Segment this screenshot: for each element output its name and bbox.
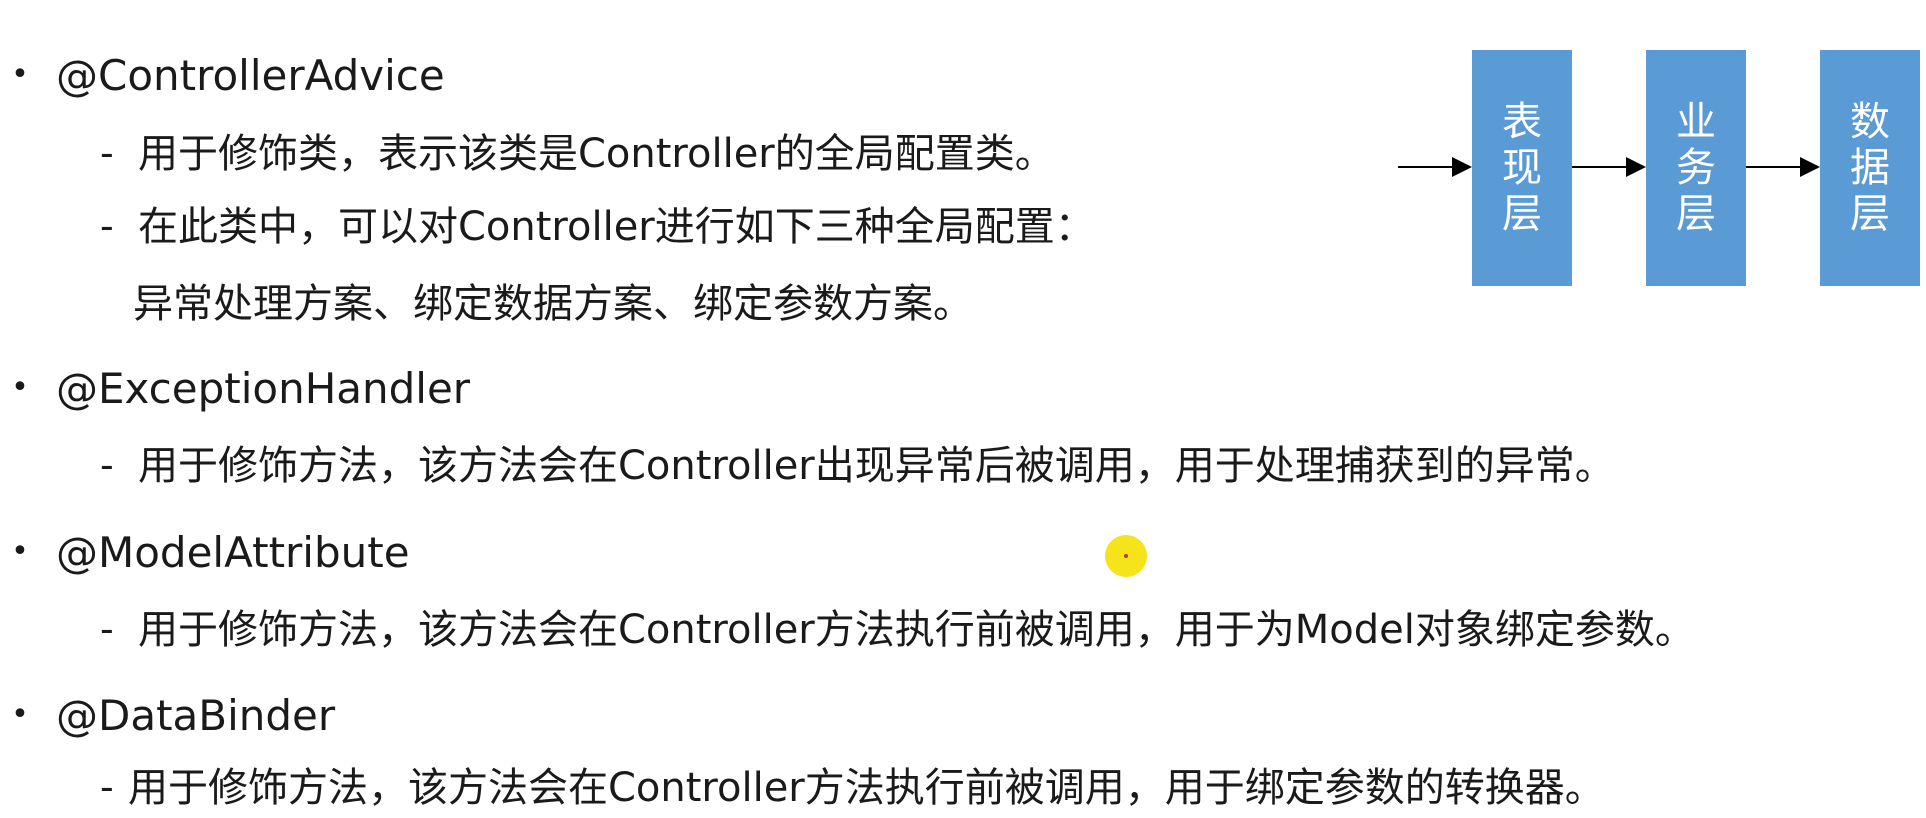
section-heading-controlleradvice: @ControllerAdvice	[56, 51, 445, 100]
box-char: 数	[1850, 99, 1890, 145]
box-char: 业	[1676, 99, 1716, 145]
dash-marker: -	[100, 443, 114, 487]
box-char: 据	[1850, 145, 1890, 191]
dash-marker: -	[100, 765, 114, 809]
box-char: 层	[1502, 191, 1542, 237]
section-line: 用于修饰类，表示该类是Controller的全局配置类。	[138, 131, 1055, 177]
section-heading-databinder: @DataBinder	[56, 691, 336, 740]
box-char: 务	[1676, 145, 1716, 191]
box-char: 层	[1850, 191, 1890, 237]
section-line: 用于修饰方法，该方法会在Controller方法执行前被调用，用于为Model对…	[138, 607, 1695, 653]
cursor-dot	[1124, 554, 1128, 558]
section-line: 用于修饰方法，该方法会在Controller方法执行前被调用，用于绑定参数的转换…	[128, 765, 1605, 811]
box-char: 现	[1502, 145, 1542, 191]
dash-marker: -	[100, 131, 114, 175]
section-line: 用于修饰方法，该方法会在Controller出现异常后被调用，用于处理捕获到的异…	[138, 443, 1615, 489]
box-char: 表	[1502, 99, 1542, 145]
section-continuation-line: 异常处理方案、绑定数据方案、绑定参数方案。	[133, 281, 973, 327]
business-layer-box: 业 务 层	[1646, 50, 1746, 286]
section-line: 在此类中，可以对Controller进行如下三种全局配置：	[138, 204, 1095, 250]
dash-marker: -	[100, 204, 114, 248]
bullet-point: •	[11, 57, 29, 92]
slide: • @ControllerAdvice - 用于修饰类，表示该类是Control…	[0, 0, 1926, 818]
section-heading-exceptionhandler: @ExceptionHandler	[56, 364, 471, 413]
presentation-layer-box: 表 现 层	[1472, 50, 1572, 286]
section-heading-modelattribute: @ModelAttribute	[56, 528, 410, 577]
bullet-point: •	[11, 697, 29, 732]
bullet-point: •	[11, 534, 29, 569]
dash-marker: -	[100, 607, 114, 651]
cursor-highlight	[1105, 535, 1147, 577]
box-char: 层	[1676, 191, 1716, 237]
bullet-point: •	[11, 370, 29, 405]
data-layer-box: 数 据 层	[1820, 50, 1920, 286]
